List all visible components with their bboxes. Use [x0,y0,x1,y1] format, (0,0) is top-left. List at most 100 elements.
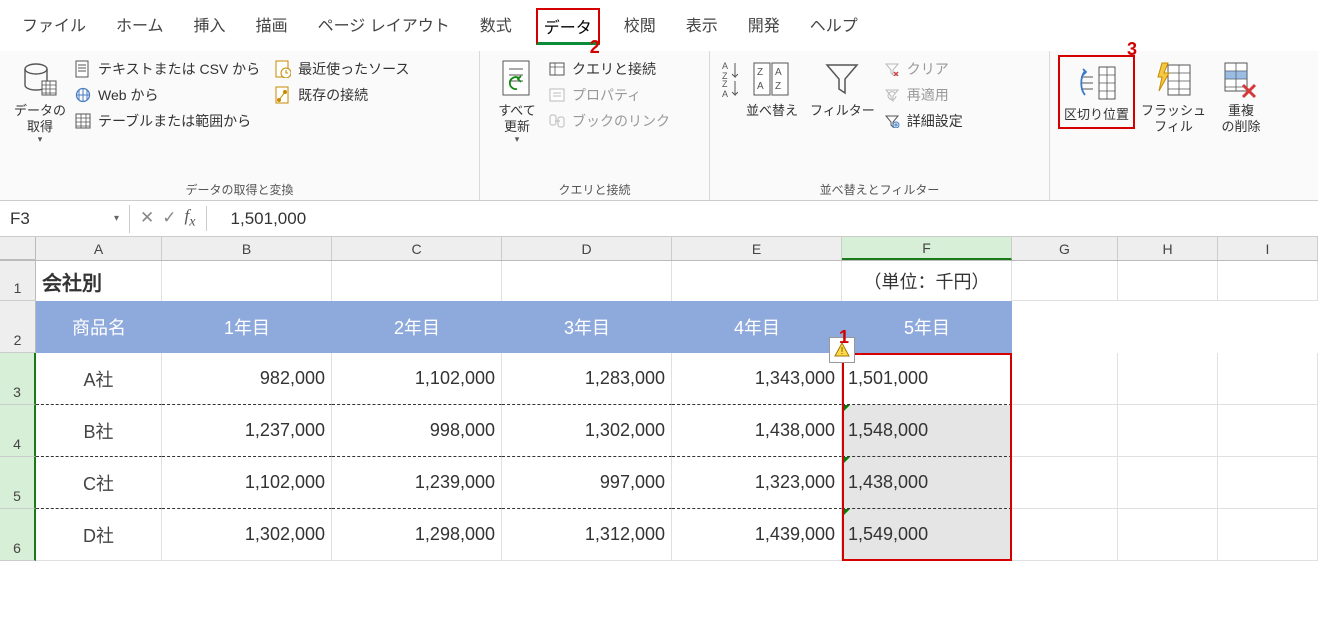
cell[interactable]: 998,000 [332,405,502,457]
cell[interactable]: B社 [36,405,162,457]
tab-file[interactable]: ファイル [16,8,92,45]
cell[interactable]: 1,237,000 [162,405,332,457]
cell[interactable] [332,261,502,301]
cell[interactable]: 1,302,000 [162,509,332,561]
fx-icon[interactable]: fx [185,206,196,230]
cell[interactable]: 1,102,000 [162,457,332,509]
col-header-e[interactable]: E [672,237,842,260]
row-header-1[interactable]: 1 [0,261,36,301]
cell[interactable]: D社 [36,509,162,561]
filter-button[interactable]: フィルター [804,55,881,121]
cell[interactable] [1218,353,1318,405]
tab-review[interactable]: 校閲 [618,8,662,45]
cell[interactable] [1012,509,1118,561]
tab-view[interactable]: 表示 [680,8,724,45]
cell[interactable]: 1,302,000 [502,405,672,457]
from-web-button[interactable]: Web から [74,85,260,105]
refresh-all-button[interactable]: すべて 更新 ▾ [488,55,546,147]
cell[interactable]: 1,298,000 [332,509,502,561]
queries-connections-button[interactable]: クエリと接続 [548,59,670,79]
flash-fill-button[interactable]: フラッシュ フィル [1135,55,1212,136]
cell[interactable] [1012,301,1118,353]
tab-home[interactable]: ホーム [110,8,170,45]
formula-input[interactable]: 1,501,000 [207,209,1318,229]
row-header-6[interactable]: 6 [0,509,36,561]
cell[interactable]: 982,000 [162,353,332,405]
from-table-button[interactable]: テーブルまたは範囲から [74,111,260,131]
sort-desc-icon[interactable]: ZA [720,79,738,97]
col-header-i[interactable]: I [1218,237,1318,260]
cell[interactable]: 1,239,000 [332,457,502,509]
sort-button[interactable]: ZAAZ 並べ替え [740,55,804,121]
cell[interactable] [1118,353,1218,405]
cell[interactable] [1218,261,1318,301]
tab-page-layout[interactable]: ページ レイアウト [312,8,456,45]
cell-a1[interactable]: 会社別 [36,261,162,301]
cell[interactable] [1218,457,1318,509]
cell-header[interactable]: 商品名 [36,301,162,353]
cell[interactable] [672,261,842,301]
cell[interactable] [1118,405,1218,457]
cell[interactable] [1118,457,1218,509]
cell[interactable] [1012,353,1118,405]
cell[interactable] [1218,405,1318,457]
cell-header[interactable]: 2年目 [332,301,502,353]
cancel-edit-icon[interactable]: ✕ [140,208,154,228]
cell[interactable]: C社 [36,457,162,509]
tab-formulas[interactable]: 数式 [474,8,518,45]
row-header-5[interactable]: 5 [0,457,36,509]
cell[interactable]: 1,343,000 ! 1 [672,353,842,405]
advanced-filter-button[interactable]: 詳細設定 [883,111,963,131]
cell[interactable] [1012,457,1118,509]
cell-header[interactable]: 4年目 [672,301,842,353]
cell[interactable]: 1,102,000 [332,353,502,405]
cell[interactable]: 1,283,000 [502,353,672,405]
cell[interactable] [1218,301,1318,353]
cell-header[interactable]: 5年目 [842,301,1012,353]
row-header-3[interactable]: 3 [0,353,36,405]
row-header-2[interactable]: 2 [0,301,36,353]
tab-data[interactable]: データ 2 [536,8,600,45]
cell[interactable] [1012,405,1118,457]
col-header-f[interactable]: F [842,237,1012,260]
col-header-d[interactable]: D [502,237,672,260]
cell-header[interactable]: 3年目 [502,301,672,353]
col-header-b[interactable]: B [162,237,332,260]
recent-sources-button[interactable]: 最近使ったソース [274,59,409,79]
col-header-c[interactable]: C [332,237,502,260]
cell-f3[interactable]: 1,501,000 [842,353,1012,405]
cell[interactable] [1118,509,1218,561]
cell[interactable] [1118,261,1218,301]
cell[interactable]: 1,549,000 [842,509,1012,561]
col-header-h[interactable]: H [1118,237,1218,260]
cell-header[interactable]: 1年目 [162,301,332,353]
cell[interactable]: 1,438,000 [672,405,842,457]
get-data-button[interactable]: データの 取得 ▾ [8,55,72,147]
from-csv-button[interactable]: テキストまたは CSV から [74,59,260,79]
cell[interactable]: 997,000 [502,457,672,509]
cell[interactable]: 1,312,000 [502,509,672,561]
confirm-edit-icon[interactable]: ✓ [162,208,176,228]
cell[interactable]: 1,438,000 [842,457,1012,509]
cell[interactable] [1218,509,1318,561]
cell[interactable] [162,261,332,301]
col-header-a[interactable]: A [36,237,162,260]
cell[interactable]: A社 [36,353,162,405]
tab-insert[interactable]: 挿入 [188,8,232,45]
tab-draw[interactable]: 描画 [250,8,294,45]
cell[interactable] [502,261,672,301]
cell[interactable]: 1,323,000 [672,457,842,509]
existing-connections-button[interactable]: 既存の接続 [274,85,409,105]
cell[interactable]: 1,548,000 [842,405,1012,457]
cell[interactable] [1012,261,1118,301]
tab-developer[interactable]: 開発 [742,8,786,45]
tab-help[interactable]: ヘルプ [804,8,864,45]
col-header-g[interactable]: G [1012,237,1118,260]
text-to-columns-button[interactable]: 3 区切り位置 [1058,55,1135,129]
select-all-corner[interactable] [0,237,36,260]
row-header-4[interactable]: 4 [0,405,36,457]
cell-f1[interactable]: （単位：千円） [842,261,1012,301]
remove-duplicates-button[interactable]: 重複 の削除 [1212,55,1270,136]
cell[interactable]: 1,439,000 [672,509,842,561]
name-box[interactable]: F3 ▾ [0,205,130,233]
